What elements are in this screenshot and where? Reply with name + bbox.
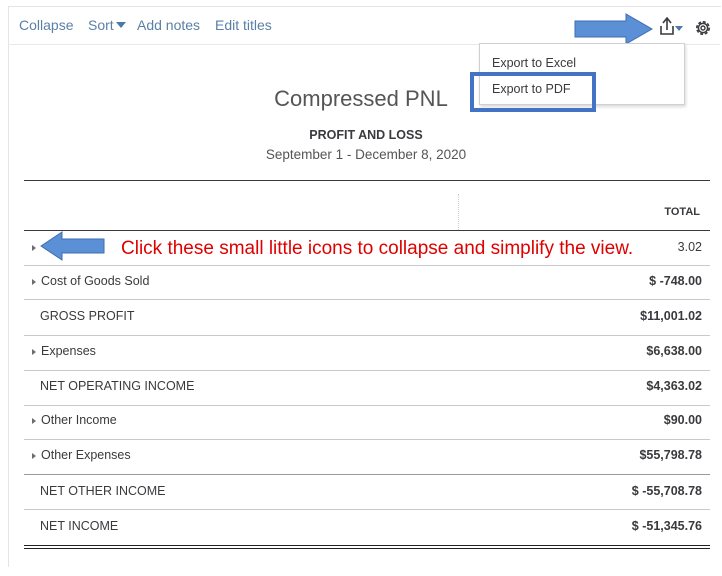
edit-titles-link[interactable]: Edit titles (215, 17, 272, 33)
row-amount: $ -748.00 (649, 274, 702, 288)
total-column-header: TOTAL (664, 206, 700, 218)
total-double-rule-top (24, 545, 710, 546)
table-row: Cost of Goods Sold $ -748.00 (24, 265, 710, 299)
export-button[interactable] (658, 16, 684, 40)
export-to-excel[interactable]: Export to Excel (492, 56, 576, 70)
row-label: NET INCOME (40, 519, 119, 533)
table-row: NET OPERATING INCOME $4,363.02 (24, 370, 710, 404)
row-label: Other Expenses (41, 448, 131, 462)
row-amount: 3.02 (677, 240, 702, 254)
row-amount: $4,363.02 (646, 379, 702, 393)
table-row: NET INCOME $ -51,345.76 (24, 510, 710, 544)
row-label: NET OPERATING INCOME (40, 379, 195, 393)
table-row: Other Income $90.00 (24, 404, 710, 438)
expand-toggle-icon[interactable] (32, 245, 36, 251)
row-label: Other Income (41, 413, 117, 427)
row-label: Expenses (41, 344, 96, 358)
header-divider (24, 180, 710, 181)
row-amount: $6,638.00 (646, 344, 702, 358)
settings-button[interactable] (693, 18, 713, 38)
report-title[interactable]: Compressed PNL (0, 86, 722, 112)
expand-toggle-icon[interactable] (32, 418, 36, 424)
annotation-arrow-export (574, 13, 654, 45)
row-label: GROSS PROFIT (40, 309, 135, 323)
row-amount: $ -55,708.78 (631, 484, 702, 498)
annotation-text: Click these small little icons to collap… (121, 238, 634, 259)
column-separator (458, 194, 459, 230)
expand-toggle-icon[interactable] (32, 453, 36, 459)
row-amount: $11,001.02 (640, 309, 702, 323)
table-row: Expenses $6,638.00 (24, 335, 710, 369)
row-label: NET OTHER INCOME (40, 484, 166, 498)
annotation-arrow-collapse (40, 231, 105, 261)
sort-dropdown[interactable]: Sort (88, 17, 126, 33)
chevron-down-icon (115, 22, 126, 28)
add-notes-link[interactable]: Add notes (137, 17, 200, 33)
row-amount: $90.00 (663, 413, 702, 427)
row-label: Cost of Goods Sold (41, 274, 150, 288)
export-icon (660, 16, 683, 35)
expand-toggle-icon[interactable] (32, 349, 36, 355)
row-amount: $ -51,345.76 (631, 519, 702, 533)
report-date-range: September 1 - December 8, 2020 (265, 147, 467, 162)
gear-icon (696, 21, 710, 35)
collapse-link[interactable]: Collapse (19, 17, 73, 33)
table-row: Other Expenses $55,798.78 (24, 439, 710, 473)
expand-toggle-icon[interactable] (32, 279, 36, 285)
report-subtitle: PROFIT AND LOSS (309, 128, 423, 142)
total-double-rule-bottom (24, 548, 710, 549)
table-row: GROSS PROFIT $11,001.02 (24, 300, 710, 334)
sort-label: Sort (88, 17, 114, 33)
table-row: NET OTHER INCOME $ -55,708.78 (24, 475, 710, 509)
row-amount: $55,798.78 (639, 448, 702, 462)
